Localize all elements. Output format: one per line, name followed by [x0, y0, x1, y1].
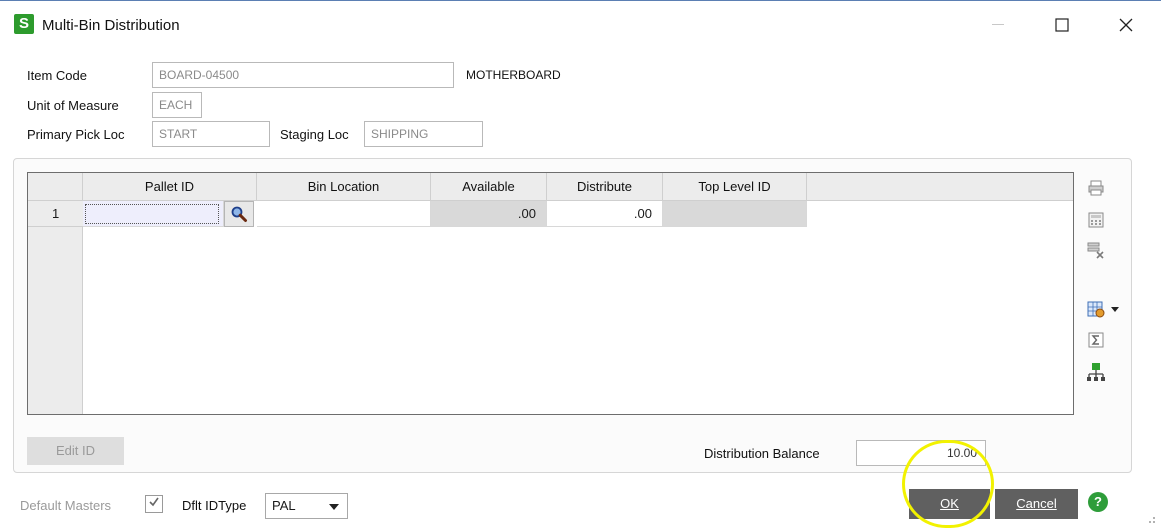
edit-id-button[interactable]: Edit ID	[27, 437, 124, 465]
pallet-lookup-button[interactable]	[224, 201, 254, 227]
item-description: MOTHERBOARD	[466, 68, 561, 82]
help-button[interactable]: ?	[1088, 492, 1108, 512]
hierarchy-icon	[1087, 363, 1105, 381]
focus-rectangle	[85, 204, 219, 224]
highlight-annotation	[902, 440, 994, 528]
hierarchy-button[interactable]	[1084, 360, 1108, 384]
dflt-id-type-value: PAL	[272, 498, 296, 513]
primary-pick-field[interactable]: START	[152, 121, 270, 147]
delete-rows-button[interactable]	[1084, 238, 1108, 262]
pallet-id-cell[interactable]	[83, 201, 224, 227]
uom-field[interactable]: EACH	[152, 92, 202, 118]
primary-pick-label: Primary Pick Loc	[27, 127, 125, 142]
col-header-available[interactable]: Available	[431, 173, 547, 201]
cancel-button[interactable]: Cancel	[995, 489, 1078, 519]
dflt-id-type-label: Dflt IDType	[182, 498, 247, 513]
checkmark-icon	[149, 497, 159, 507]
item-code-field[interactable]: BOARD-04500	[152, 62, 454, 88]
chevron-down-icon	[329, 504, 339, 510]
app-icon: S	[14, 14, 34, 34]
calculator-button[interactable]	[1084, 208, 1108, 232]
delete-rows-icon	[1087, 242, 1104, 259]
chevron-down-icon	[1111, 307, 1119, 312]
col-header-top-level-id[interactable]: Top Level ID	[663, 173, 807, 201]
print-icon	[1088, 180, 1104, 196]
close-button[interactable]	[1108, 11, 1144, 39]
row-number[interactable]: 1	[28, 201, 83, 227]
minimize-icon	[992, 24, 1004, 25]
staging-loc-label: Staging Loc	[280, 127, 349, 142]
col-header-bin-location[interactable]: Bin Location	[257, 173, 431, 201]
calculator-icon	[1088, 212, 1104, 228]
print-button[interactable]	[1084, 176, 1108, 200]
dflt-id-type-select[interactable]: PAL	[265, 493, 348, 519]
grid-settings-button[interactable]	[1084, 298, 1108, 322]
grid-settings-icon	[1087, 301, 1105, 318]
staging-loc-field[interactable]: SHIPPING	[364, 121, 483, 147]
default-masters-checkbox[interactable]	[145, 495, 163, 513]
grid-settings-dropdown[interactable]	[1108, 298, 1122, 322]
magnifier-icon	[231, 206, 247, 222]
resize-grip-icon[interactable]	[1144, 512, 1156, 524]
item-code-label: Item Code	[27, 68, 87, 83]
distribution-grid: Pallet ID Bin Location Available Distrib…	[27, 172, 1074, 415]
top-level-id-cell	[663, 201, 807, 227]
col-header-distribute[interactable]: Distribute	[547, 173, 663, 201]
bin-location-cell[interactable]	[257, 201, 431, 227]
grid-corner	[28, 173, 83, 201]
minimize-button[interactable]	[980, 11, 1016, 39]
distribution-balance-label: Distribution Balance	[704, 446, 820, 461]
default-masters-label: Default Masters	[20, 498, 112, 513]
available-cell: .00	[431, 201, 547, 227]
sum-button[interactable]	[1084, 328, 1108, 352]
maximize-icon	[1055, 18, 1069, 32]
uom-label: Unit of Measure	[27, 98, 119, 113]
title-bar: S Multi-Bin Distribution	[0, 0, 1161, 48]
header-filler	[807, 173, 1073, 201]
sum-icon	[1088, 332, 1104, 348]
maximize-button[interactable]	[1044, 11, 1080, 39]
close-icon	[1119, 18, 1133, 32]
distribute-cell[interactable]: .00	[547, 201, 663, 227]
window-title: Multi-Bin Distribution	[42, 17, 180, 34]
col-header-pallet-id[interactable]: Pallet ID	[83, 173, 257, 201]
